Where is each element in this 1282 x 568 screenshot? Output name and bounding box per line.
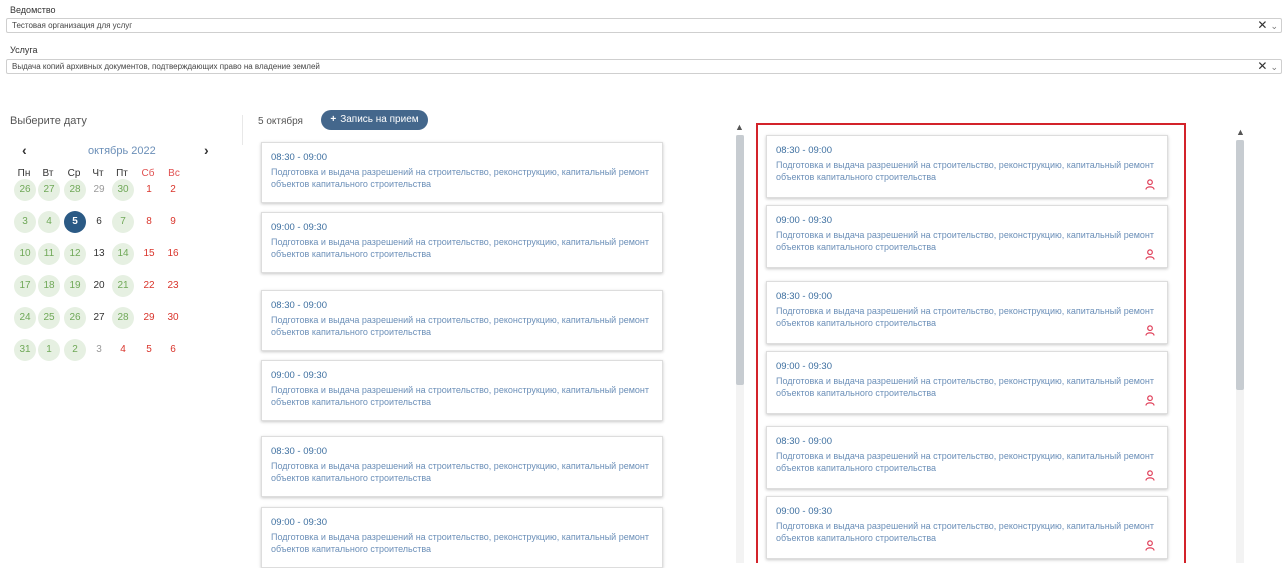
calendar-day[interactable]: 19	[64, 275, 86, 297]
calendar-day[interactable]: 2	[64, 339, 86, 361]
slot-card[interactable]: 09:00 - 09:30 Подготовка и выдача разреше…	[261, 212, 663, 273]
service-value: Выдача копий архивных документов, подтве…	[12, 62, 320, 71]
slot-description: Подготовка и выдача разрешений на строит…	[271, 237, 650, 259]
weekday-label: Пн	[17, 168, 31, 179]
slot-description: Подготовка и выдача разрешений на строит…	[271, 385, 650, 407]
calendar-day[interactable]: 5	[138, 339, 160, 361]
service-select[interactable]: Выдача копий архивных документов, подтве…	[6, 59, 1282, 74]
close-icon[interactable]: ✕	[1257, 19, 1270, 32]
right-scroll-thumb[interactable]	[1236, 140, 1244, 390]
department-value: Тестовая организация для услуг	[12, 21, 133, 30]
weekday-label: Вт	[42, 168, 54, 179]
chevron-down-icon[interactable]: ⌄	[1270, 21, 1281, 31]
slot-description: Подготовка и выдача разрешений на строит…	[271, 461, 650, 483]
calendar-day[interactable]: 29	[88, 179, 110, 201]
calendar-day[interactable]: 11	[38, 243, 60, 265]
calendar-day[interactable]: 10	[14, 243, 36, 265]
weekday-label: Сб	[141, 168, 155, 179]
calendar-day[interactable]: 28	[64, 179, 86, 201]
weekday-label: Вс	[168, 168, 180, 179]
calendar-day[interactable]: 7	[112, 211, 134, 233]
weekday-label: Ср	[67, 168, 81, 179]
calendar-day[interactable]: 2	[162, 179, 184, 201]
calendar-day[interactable]: 3	[88, 339, 110, 361]
slot-card[interactable]: 08:30 - 09:00 Подготовка и выдача разреше…	[261, 436, 663, 497]
calendar-day[interactable]: 30	[162, 307, 184, 329]
calendar-day[interactable]: 13	[88, 243, 110, 265]
slot-description: Подготовка и выдача разрешений на строит…	[271, 167, 650, 189]
service-label: Услуга	[10, 45, 38, 55]
right-scrollbar[interactable]	[1236, 140, 1244, 563]
calendar-title: Выберите дату	[10, 115, 87, 127]
chevron-down-icon[interactable]: ⌄	[1270, 62, 1281, 72]
calendar-day[interactable]: 27	[88, 307, 110, 329]
next-month-icon[interactable]: ›	[204, 142, 209, 158]
calendar-day[interactable]: 3	[14, 211, 36, 233]
slot-time: 08:30 - 09:00	[271, 152, 327, 163]
weekday-label: Пт	[116, 168, 128, 179]
slot-time: 09:00 - 09:30	[271, 370, 327, 381]
add-appointment-label: Запись на прием	[340, 114, 419, 125]
calendar-day[interactable]: 27	[38, 179, 60, 201]
calendar-day[interactable]: 21	[112, 275, 134, 297]
slot-description: Подготовка и выдача разрешений на строит…	[271, 532, 650, 554]
calendar-day[interactable]: 25	[38, 307, 60, 329]
weekday-label: Чт	[92, 168, 104, 179]
calendar-day[interactable]: 4	[112, 339, 134, 361]
left-scrollbar[interactable]	[736, 135, 744, 563]
calendar-day[interactable]: 4	[38, 211, 60, 233]
calendar-day[interactable]: 23	[162, 275, 184, 297]
department-select[interactable]: Тестовая организация для услуг ✕⌄	[6, 18, 1282, 33]
calendar-day[interactable]: 17	[14, 275, 36, 297]
calendar-day[interactable]: 29	[138, 307, 160, 329]
calendar-day[interactable]: 1	[138, 179, 160, 201]
calendar-day[interactable]: 22	[138, 275, 160, 297]
calendar-day[interactable]: 31	[14, 339, 36, 361]
calendar-day[interactable]: 8	[138, 211, 160, 233]
calendar-day[interactable]: 26	[14, 179, 36, 201]
calendar-day[interactable]: 12	[64, 243, 86, 265]
slot-description: Подготовка и выдача разрешений на строит…	[271, 315, 650, 337]
calendar-day[interactable]: 26	[64, 307, 86, 329]
calendar-day[interactable]: 5	[64, 211, 86, 233]
selected-date-label: 5 октября	[258, 116, 303, 127]
calendar-day[interactable]: 9	[162, 211, 184, 233]
slot-card[interactable]: 08:30 - 09:00 Подготовка и выдача разреше…	[261, 290, 663, 351]
highlight-box	[756, 123, 1186, 563]
calendar-day[interactable]: 18	[38, 275, 60, 297]
slot-time: 09:00 - 09:30	[271, 222, 327, 233]
divider	[242, 115, 243, 145]
slot-card[interactable]: 09:00 - 09:30 Подготовка и выдача разреше…	[261, 360, 663, 421]
slot-time: 08:30 - 09:00	[271, 446, 327, 457]
right-scroll-up-icon[interactable]: ▲	[1236, 127, 1245, 137]
calendar-day[interactable]: 30	[112, 179, 134, 201]
prev-month-icon[interactable]: ‹	[22, 142, 27, 158]
calendar-day[interactable]: 6	[88, 211, 110, 233]
calendar-month: октябрь 2022	[88, 145, 156, 157]
calendar-day[interactable]: 14	[112, 243, 134, 265]
calendar-day[interactable]: 28	[112, 307, 134, 329]
slot-card[interactable]: 08:30 - 09:00 Подготовка и выдача разреше…	[261, 142, 663, 203]
slot-time: 08:30 - 09:00	[271, 300, 327, 311]
calendar-day[interactable]: 6	[162, 339, 184, 361]
left-scroll-thumb[interactable]	[736, 135, 744, 385]
calendar-day[interactable]: 15	[138, 243, 160, 265]
plus-icon: +	[330, 114, 337, 125]
department-label: Ведомство	[10, 5, 56, 15]
calendar-day[interactable]: 16	[162, 243, 184, 265]
slot-card[interactable]: 09:00 - 09:30 Подготовка и выдача разреше…	[261, 507, 663, 568]
left-scroll-up-icon[interactable]: ▲	[735, 122, 744, 132]
slot-time: 09:00 - 09:30	[271, 517, 327, 528]
calendar-day[interactable]: 20	[88, 275, 110, 297]
calendar-day[interactable]: 1	[38, 339, 60, 361]
calendar-day[interactable]: 24	[14, 307, 36, 329]
add-appointment-button[interactable]: + Запись на прием	[321, 110, 428, 130]
close-icon[interactable]: ✕	[1257, 60, 1270, 73]
